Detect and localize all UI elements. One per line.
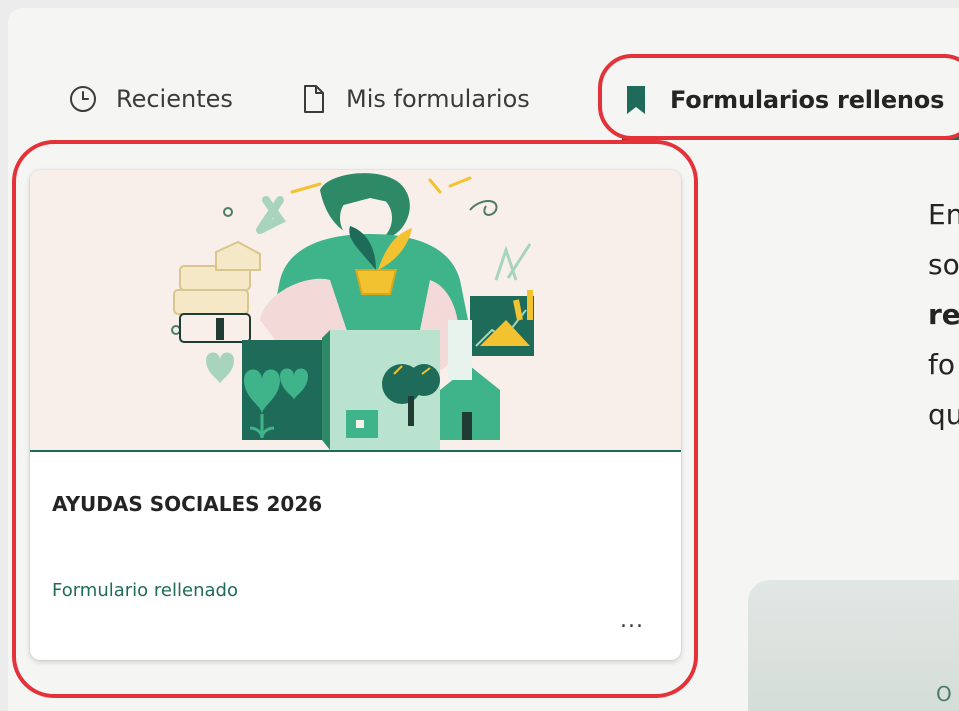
tab-recientes[interactable]: Recientes xyxy=(68,84,233,114)
clock-icon xyxy=(70,86,96,112)
description-line-5: qu xyxy=(928,398,959,431)
tab-recientes-label: Recientes xyxy=(116,85,233,113)
promo-card xyxy=(748,580,959,711)
document-icon xyxy=(304,85,324,113)
tab-mis-formularios[interactable]: Mis formularios xyxy=(302,84,530,114)
tab-mis-formularios-label: Mis formularios xyxy=(346,85,530,113)
description-line-2: so xyxy=(928,248,959,281)
tab-highlight-outline xyxy=(598,54,959,140)
card-highlight-outline xyxy=(12,140,698,698)
description-line-3: re xyxy=(928,298,959,331)
description-line-1: En xyxy=(928,198,959,231)
promo-marker: O xyxy=(936,682,952,706)
description-line-4: fo xyxy=(928,348,955,381)
description-text: En so re fo qu xyxy=(928,190,959,440)
